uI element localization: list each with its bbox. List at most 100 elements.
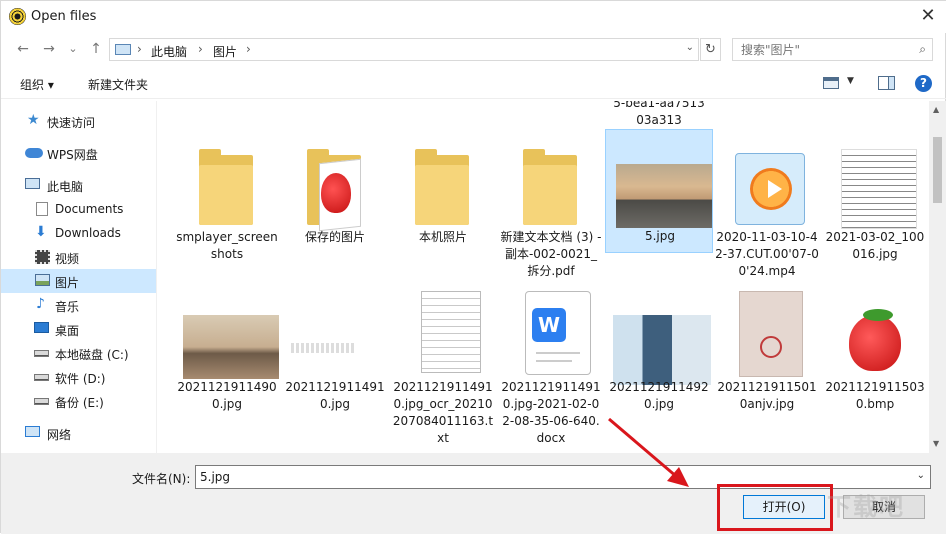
file-item-selected[interactable]: 5.jpg <box>605 129 713 253</box>
sidebar-item-label: 本地磁盘 (C:) <box>55 348 129 362</box>
file-name-label: smplayer_screenshots <box>176 230 278 261</box>
search-icon[interactable]: ⌕ <box>919 42 926 57</box>
title-bar: Open files ✕ <box>1 1 946 33</box>
up-folder-icon[interactable]: ↑ <box>86 38 106 60</box>
sidebar-item-drive-c[interactable]: 本地磁盘 (C:) <box>1 341 156 365</box>
file-item-folder[interactable]: smplayer_screenshots <box>173 131 281 291</box>
folder-icon <box>501 135 601 231</box>
file-name-label: 20211219114900.jpg <box>177 380 277 411</box>
file-item-image[interactable]: 20211219114910.jpg <box>281 287 389 447</box>
sidebar-item-label: 网络 <box>47 428 72 442</box>
new-folder-button[interactable]: 新建文件夹 <box>88 76 148 93</box>
sidebar-item-wps-drive[interactable]: WPS网盘 <box>1 141 156 165</box>
sidebar-item-downloads[interactable]: ⬇ Downloads <box>1 221 156 245</box>
open-files-dialog: Open files ✕ ← → ⌄ ↑ › 此电脑 › 图片 › ⌄ ↻ ⌕ … <box>0 0 946 534</box>
sidebar-item-pictures[interactable]: 图片 <box>1 269 156 293</box>
filename-label: 文件名(N): <box>132 472 191 486</box>
file-name-label: 5.jpg <box>644 229 676 243</box>
file-item-image[interactable]: 20211219114900.jpg <box>173 287 281 447</box>
dialog-footer: 文件名(N): ⌄ 打开(O) 取消 <box>1 453 946 534</box>
file-item-folder[interactable]: 本机照片 <box>389 131 497 291</box>
file-item-folder[interactable]: 新建文本文档 (3) - 副本-002-0021_拆分.pdf <box>497 131 605 291</box>
download-icon: ⬇ <box>35 224 47 240</box>
preview-pane-icon[interactable] <box>878 76 895 90</box>
scroll-up-icon[interactable]: ▲ <box>933 105 939 114</box>
file-name-label: 新建文本文档 (3) - 副本-002-0021_拆分.pdf <box>500 230 602 278</box>
breadcrumb-pictures[interactable]: 图片 <box>213 43 237 60</box>
breadcrumb-this-pc[interactable]: 此电脑 <box>151 43 187 60</box>
text-file-icon <box>393 291 493 387</box>
drive-icon <box>34 374 49 381</box>
file-item-video[interactable]: 2020-11-03-10-42-37.CUT.00'07-00'24.mp4 <box>713 131 821 291</box>
forward-icon[interactable]: → <box>39 38 59 60</box>
file-item-image[interactable]: 2021-03-02_100016.jpg <box>821 131 929 291</box>
sidebar-item-network[interactable]: 网络 <box>1 421 156 445</box>
file-name-label: 5-bea1-aa7513 03a313 <box>613 101 705 127</box>
breadcrumb-separator[interactable]: › <box>198 42 203 56</box>
sidebar-item-documents[interactable]: Documents <box>1 197 156 221</box>
partial-file-name[interactable]: 5-bea1-aa7513 03a313 <box>605 101 713 129</box>
search-input[interactable] <box>733 39 908 60</box>
file-item-image[interactable]: 20211219115030.bmp <box>821 287 929 447</box>
image-thumbnail <box>610 134 712 230</box>
sidebar-item-desktop[interactable]: 桌面 <box>1 317 156 341</box>
file-name-label: 20211219114910.jpg_ocr_20210207084011163… <box>392 380 494 445</box>
back-icon[interactable]: ← <box>13 38 33 60</box>
history-dropdown-icon[interactable]: ⌄ <box>63 38 83 60</box>
refresh-button[interactable]: ↻ <box>700 38 721 61</box>
sidebar-item-drive-d[interactable]: 软件 (D:) <box>1 365 156 389</box>
sidebar-item-music[interactable]: ♪ 音乐 <box>1 293 156 317</box>
sidebar-item-label: 快速访问 <box>47 116 96 130</box>
breadcrumb-separator[interactable]: › <box>137 42 142 56</box>
folder-icon <box>393 135 493 231</box>
image-folder-icon <box>285 135 385 232</box>
file-item-docx[interactable]: W 20211219114910.jpg-2021-02-02-08-35-06… <box>497 287 605 447</box>
music-icon: ♪ <box>36 296 45 312</box>
image-thumbnail <box>717 291 817 387</box>
open-button[interactable]: 打开(O) <box>743 495 825 519</box>
file-name-label: 20211219115010anjv.jpg <box>717 380 817 411</box>
scrollbar-thumb[interactable] <box>933 137 942 203</box>
file-item-folder[interactable]: 保存的图片 <box>281 131 389 291</box>
sidebar-item-videos[interactable]: 视频 <box>1 245 156 269</box>
sidebar-item-label: Downloads <box>55 226 121 240</box>
sidebar-item-label: 桌面 <box>55 324 80 338</box>
address-dropdown-icon[interactable]: ⌄ <box>686 42 694 53</box>
vertical-scrollbar[interactable]: ▲ ▼ <box>929 101 946 453</box>
scroll-down-icon[interactable]: ▼ <box>933 439 939 448</box>
organize-menu[interactable]: 组织 ▾ <box>20 76 54 93</box>
sidebar-item-label: 视频 <box>55 252 80 266</box>
sidebar-item-label: WPS网盘 <box>47 148 98 162</box>
sidebar-item-label: 音乐 <box>55 300 80 314</box>
file-name-label: 保存的图片 <box>304 230 365 244</box>
image-thumbnail <box>825 291 925 387</box>
folder-icon <box>177 135 277 231</box>
file-name-label: 2020-11-03-10-42-37.CUT.00'07-00'24.mp4 <box>715 230 819 278</box>
file-item-image[interactable]: 20211219114920.jpg <box>605 287 713 447</box>
file-name-label: 20211219115030.bmp <box>825 380 925 411</box>
file-item-image[interactable]: 20211219115010anjv.jpg <box>713 287 821 447</box>
view-mode-icon[interactable] <box>823 77 839 89</box>
close-button[interactable]: ✕ <box>915 5 941 29</box>
video-icon <box>35 250 50 264</box>
file-name-label: 20211219114910.jpg-2021-02-02-08-35-06-6… <box>501 380 601 445</box>
address-bar[interactable]: › 此电脑 › 图片 › ⌄ <box>109 38 699 61</box>
file-name-label: 20211219114920.jpg <box>609 380 709 411</box>
sidebar-item-label: 此电脑 <box>47 180 84 194</box>
view-dropdown-icon[interactable]: ▼ <box>847 76 854 86</box>
sidebar-item-this-pc[interactable]: 此电脑 <box>1 173 156 197</box>
network-icon <box>25 426 40 437</box>
sidebar-item-label: 软件 (D:) <box>55 372 106 386</box>
help-icon[interactable]: ? <box>915 75 932 92</box>
sidebar-item-drive-e[interactable]: 备份 (E:) <box>1 389 156 413</box>
pictures-icon <box>35 274 50 286</box>
breadcrumb-separator[interactable]: › <box>246 42 251 56</box>
watermark-logo: 下载吧 <box>827 493 905 521</box>
cloud-icon <box>25 148 43 158</box>
file-item-text[interactable]: 20211219114910.jpg_ocr_20210207084011163… <box>389 287 497 447</box>
word-document-icon: W <box>501 291 601 387</box>
search-box[interactable]: ⌕ <box>732 38 933 61</box>
sidebar-item-quick-access[interactable]: ★ 快速访问 <box>1 109 156 133</box>
image-thumbnail <box>825 135 925 231</box>
filename-dropdown-icon[interactable]: ⌄ <box>917 470 925 481</box>
